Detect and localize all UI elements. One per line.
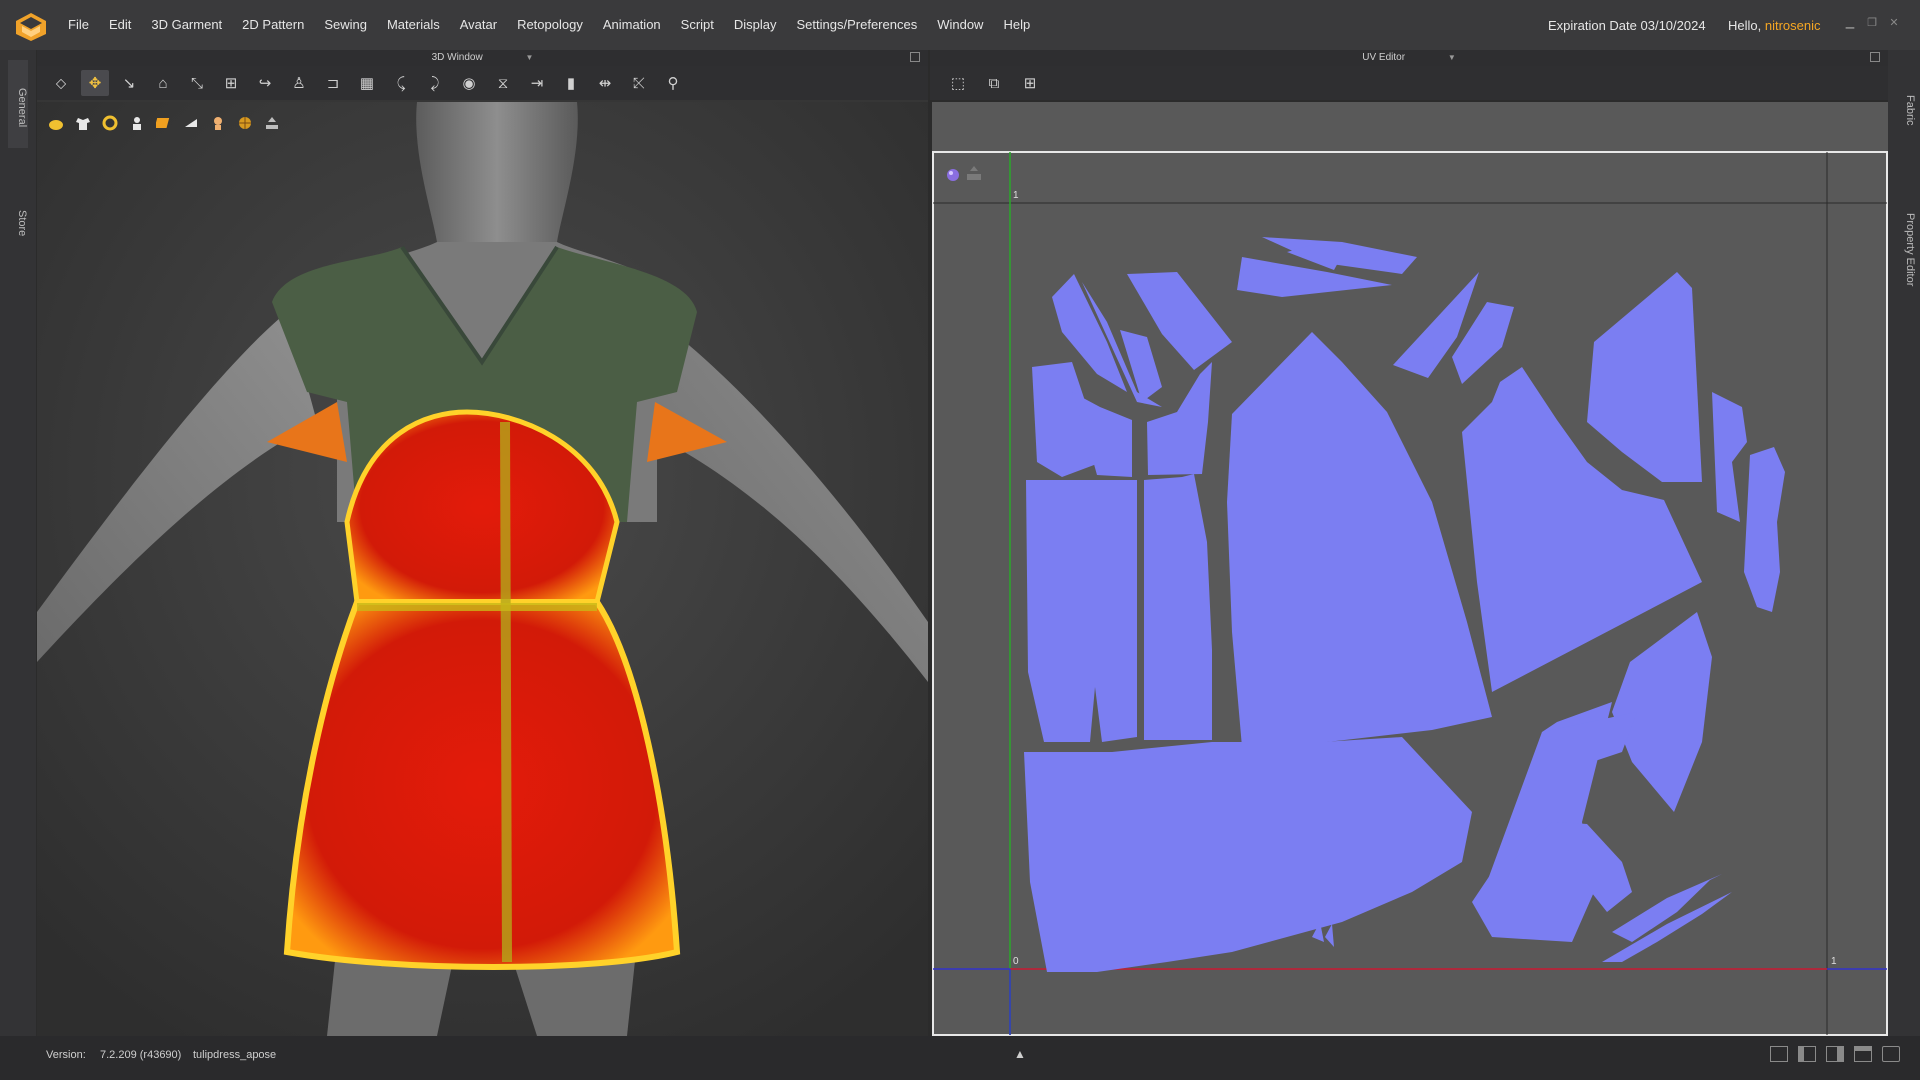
sew-icon[interactable]: ⤡: [183, 70, 211, 96]
uv-editor-title: UV Editor: [1362, 52, 1406, 63]
greeting-text: Hello,: [1728, 18, 1762, 33]
3d-window: 3D Window ▼ ⬦ ✥ ↘ ⌂ ⤡ ⊞ ↪ ♙ ⊐ ▦ ⤹ ⤸ ◉ ⧖ …: [37, 50, 928, 1036]
menu-script[interactable]: Script: [671, 0, 724, 50]
split-layout-icon[interactable]: [1798, 1046, 1816, 1062]
left-tab-rail: General Store: [0, 50, 36, 1036]
measure-icon[interactable]: ⊐: [319, 70, 347, 96]
fabric-icon[interactable]: [99, 112, 121, 134]
uv-editor-dropdown-icon[interactable]: ▼: [1448, 53, 1456, 62]
restore-icon[interactable]: ❐: [1864, 15, 1880, 31]
expiration-date: Expiration Date 03/10/2024: [1548, 18, 1706, 33]
uv-editor-header: UV Editor ▼: [930, 50, 1888, 66]
seam-icon[interactable]: ⧖: [489, 70, 517, 96]
menu-display[interactable]: Display: [724, 0, 787, 50]
menu-settings[interactable]: Settings/Preferences: [787, 0, 928, 50]
status-bar: [0, 1036, 1920, 1080]
close-icon[interactable]: ✕: [1886, 15, 1902, 31]
3d-viewport[interactable]: [37, 102, 928, 1036]
button-icon[interactable]: ⤹: [387, 70, 415, 96]
main-menu: File Edit 3D Garment 2D Pattern Sewing M…: [58, 0, 1040, 50]
right-tab-rail: Fabric Property Editor: [1888, 50, 1920, 1036]
capture-icon[interactable]: [1882, 1046, 1900, 1062]
tab-property-editor[interactable]: Property Editor: [1896, 195, 1916, 305]
3d-window-dropdown-icon[interactable]: ▼: [526, 53, 534, 62]
expand-arrow-icon[interactable]: ▲: [1014, 1047, 1026, 1061]
uv-transform-icon[interactable]: ⧉: [980, 70, 1008, 96]
menu-animation[interactable]: Animation: [593, 0, 671, 50]
menu-window[interactable]: Window: [927, 0, 993, 50]
align-icon[interactable]: ⇥: [523, 70, 551, 96]
uv-axis-label-top: 1: [1013, 190, 1019, 201]
file-name: tulipdress_apose: [193, 1049, 277, 1061]
texture-icon[interactable]: ▦: [353, 70, 381, 96]
version-label: Version:: [46, 1049, 86, 1061]
uv-axis-label-right: 1: [1831, 956, 1837, 967]
garment-display-icon[interactable]: [72, 112, 94, 134]
uv-select-icon[interactable]: ⬚: [944, 70, 972, 96]
display-toolbar: [45, 112, 283, 134]
avatar-display-icon[interactable]: [45, 112, 67, 134]
menu-2d-pattern[interactable]: 2D Pattern: [232, 0, 314, 50]
texture-display-icon[interactable]: [180, 112, 202, 134]
point-icon[interactable]: ⤪: [625, 70, 653, 96]
menu-sewing[interactable]: Sewing: [314, 0, 377, 50]
3d-window-title: 3D Window: [431, 52, 483, 63]
edit-mesh-icon[interactable]: ↘: [115, 70, 143, 96]
menu-3d-garment[interactable]: 3D Garment: [141, 0, 232, 50]
avatar-icon[interactable]: ♙: [285, 70, 313, 96]
uv-editor-window: UV Editor ▼ ⬚ ⧉ ⊞ 1 0 1: [930, 50, 1888, 1036]
fold-icon[interactable]: ⌂: [149, 70, 177, 96]
3d-window-header: 3D Window ▼: [37, 50, 928, 66]
menu-materials[interactable]: Materials: [377, 0, 450, 50]
uv-toolbar: ⬚ ⧉ ⊞: [930, 66, 1888, 100]
tuck-icon[interactable]: ⇹: [591, 70, 619, 96]
uv-axis-label-origin: 0: [1013, 956, 1019, 967]
single-layout-icon[interactable]: [1770, 1046, 1788, 1062]
pose-icon[interactable]: ⚲: [659, 70, 687, 96]
uv-arrange-icon[interactable]: ⊞: [1016, 70, 1044, 96]
3d-window-popout-icon[interactable]: [910, 52, 920, 62]
minimize-icon[interactable]: ▁: [1842, 15, 1858, 31]
strain-map-icon[interactable]: [153, 112, 175, 134]
clo-logo-icon[interactable]: [14, 12, 48, 42]
arrange-icon[interactable]: ⊞: [217, 70, 245, 96]
topstitch-icon[interactable]: ⤸: [421, 70, 449, 96]
menu-avatar[interactable]: Avatar: [450, 0, 507, 50]
version-value: 7.2.209 (r43690): [100, 1049, 182, 1061]
uv-canvas[interactable]: 1 0 1: [932, 102, 1888, 1036]
pin-icon[interactable]: ↪: [251, 70, 279, 96]
tab-store[interactable]: Store: [8, 170, 28, 258]
menu-edit[interactable]: Edit: [99, 0, 141, 50]
move-icon[interactable]: ✥: [81, 70, 109, 96]
export-icon[interactable]: [261, 112, 283, 134]
3d-toolbar: ⬦ ✥ ↘ ⌂ ⤡ ⊞ ↪ ♙ ⊐ ▦ ⤹ ⤸ ◉ ⧖ ⇥ ▮ ⇹ ⤪ ⚲: [37, 66, 928, 100]
tab-fabric[interactable]: Fabric: [1896, 80, 1916, 140]
fit-icon[interactable]: ◉: [455, 70, 483, 96]
user-name[interactable]: nitrosenic: [1765, 18, 1821, 33]
avatar-pose-icon[interactable]: [126, 112, 148, 134]
avatar-garment-render: [37, 102, 928, 1036]
globe-icon[interactable]: [234, 112, 256, 134]
user-greeting: Hello, nitrosenic: [1728, 18, 1821, 33]
sphere-icon[interactable]: [947, 169, 959, 181]
menu-retopology[interactable]: Retopology: [507, 0, 593, 50]
triple-layout-icon[interactable]: [1826, 1046, 1844, 1062]
quad-layout-icon[interactable]: [1854, 1046, 1872, 1062]
menu-file[interactable]: File: [58, 0, 99, 50]
flatten-icon[interactable]: ▮: [557, 70, 585, 96]
uv-editor-popout-icon[interactable]: [1870, 52, 1880, 62]
tab-general[interactable]: General: [8, 60, 28, 148]
select-icon[interactable]: ⬦: [47, 70, 75, 96]
menu-help[interactable]: Help: [993, 0, 1040, 50]
skin-icon[interactable]: [207, 112, 229, 134]
